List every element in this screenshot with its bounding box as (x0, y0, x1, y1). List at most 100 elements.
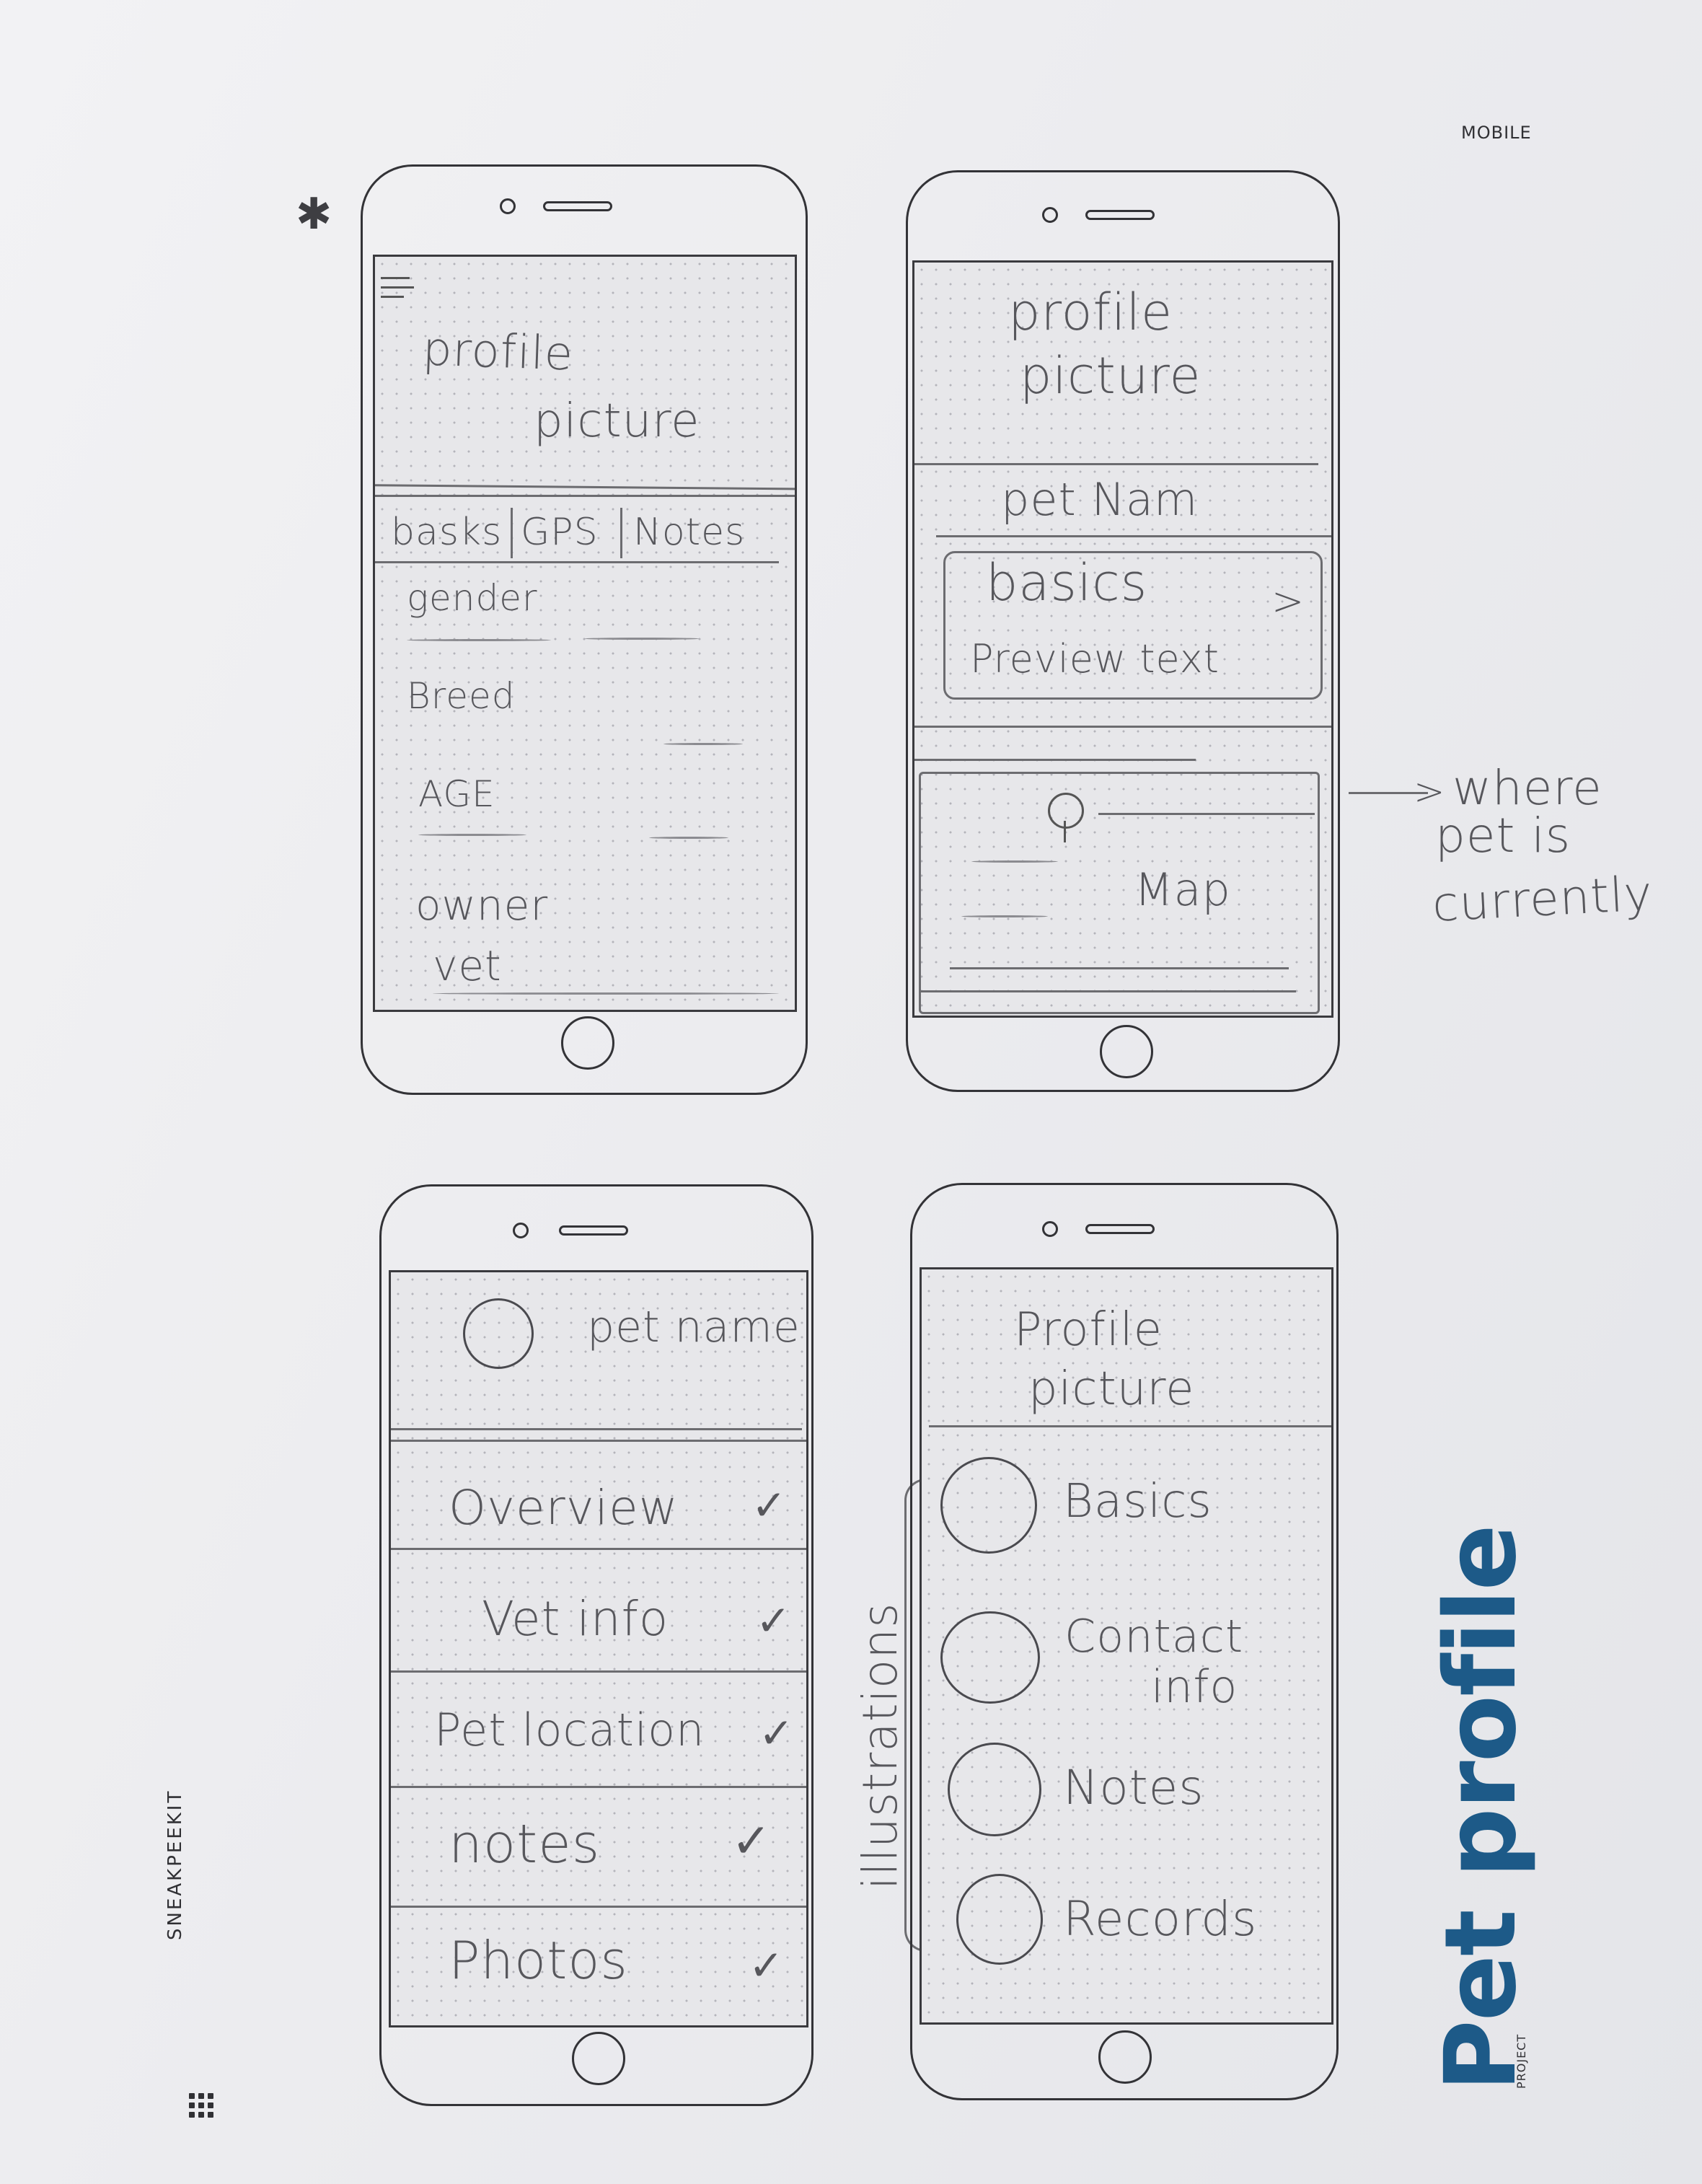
field-value-line (418, 834, 526, 836)
illustration-circle-icon (948, 1743, 1041, 1836)
checkmark-icon: ✓ (751, 1481, 788, 1530)
basics-card-preview: Preview text (970, 636, 1220, 682)
illustration-circle-icon (940, 1457, 1037, 1554)
phone-frame-3: pet name Overview ✓ Vet info ✓ Pet locat… (379, 1184, 813, 2106)
field-owner: owner (415, 881, 549, 930)
map-area[interactable]: Map (919, 772, 1320, 1014)
profile-picture-label-1: profile (421, 322, 575, 382)
tabs-top-line (375, 495, 795, 497)
phone-3-screen: pet name Overview ✓ Vet info ✓ Pet locat… (389, 1270, 808, 2027)
map-bottom-line (921, 990, 1296, 992)
card-underline (914, 726, 1331, 728)
illustration-circle-icon (940, 1611, 1040, 1704)
list-row-vet-info[interactable]: Vet info ✓ (391, 1551, 806, 1666)
row-label: Overview (449, 1480, 679, 1536)
field-value-line (407, 639, 551, 641)
annotation-arrow: > (1414, 770, 1446, 814)
basics-card-title: basics (986, 553, 1148, 612)
field-value-line (649, 837, 728, 839)
menu-item-label: Basics (1063, 1475, 1212, 1528)
list-row-pet-location[interactable]: Pet location ✓ (391, 1673, 806, 1789)
home-button[interactable] (1100, 1025, 1153, 1078)
speaker-icon (543, 201, 612, 211)
row-label: notes (449, 1813, 601, 1875)
home-button[interactable] (561, 1016, 614, 1070)
header-divider (929, 1425, 1331, 1427)
checkmark-icon: ✓ (749, 1941, 785, 1990)
row-label: Pet location (434, 1704, 705, 1756)
menu-item-basics[interactable]: Basics (922, 1457, 1331, 1580)
location-pin-icon[interactable] (1048, 793, 1084, 842)
field-breed: Breed (407, 675, 516, 717)
profile-picture-label-2: picture (1020, 346, 1201, 405)
menu-item-label: Contact (1064, 1610, 1244, 1663)
map-top-line (914, 759, 1196, 761)
menu-item-label: Notes (1063, 1760, 1204, 1815)
speaker-icon (1085, 210, 1155, 220)
avatar-circle-icon (463, 1298, 534, 1369)
home-button[interactable] (1098, 2030, 1152, 2084)
profile-picture-label-1: profile (1008, 283, 1173, 342)
field-value-line (584, 638, 700, 640)
tab-separator (620, 508, 622, 558)
home-button[interactable] (572, 2032, 625, 2085)
header-divider (391, 1428, 802, 1430)
checkmark-icon: ✓ (759, 1709, 795, 1758)
checkmark-icon: ✓ (756, 1596, 792, 1645)
field-gender: gender (407, 577, 538, 619)
chevron-right-icon[interactable]: > (1271, 582, 1305, 621)
star-mark: ✱ (296, 189, 332, 239)
row-label: Vet info (482, 1591, 669, 1647)
map-street-line (961, 915, 1048, 917)
tab-basics[interactable]: basks (391, 514, 502, 551)
tab-separator (511, 508, 513, 558)
menu-item-label-line2: info (1151, 1660, 1238, 1713)
header-divider (375, 484, 795, 490)
map-label: Map (1134, 863, 1231, 916)
header-divider (914, 463, 1318, 465)
camera-icon (513, 1223, 529, 1238)
menu-item-notes[interactable]: Notes (922, 1743, 1331, 1865)
row-divider (391, 1786, 806, 1788)
list-row-photos[interactable]: Photos ✓ (391, 1908, 806, 2024)
tab-notes[interactable]: Notes (633, 514, 745, 551)
tabs-bottom-line (375, 561, 779, 563)
menu-item-label: Records (1063, 1891, 1258, 1947)
row-divider (391, 1548, 806, 1550)
illustrations-note: illustrations (852, 1602, 908, 1890)
illustration-circle-icon (956, 1874, 1043, 1965)
basics-card[interactable]: basics > Preview text (943, 551, 1323, 700)
pet-name-divider (936, 535, 1331, 537)
annotation-currently: currently (1431, 866, 1654, 933)
field-value-line (663, 743, 743, 745)
speaker-icon (559, 1225, 628, 1236)
profile-picture-label-2: picture (1028, 1362, 1195, 1416)
camera-icon (1042, 1221, 1058, 1237)
menu-item-contact-info[interactable]: Contact info (922, 1610, 1331, 1741)
camera-icon (1042, 207, 1058, 223)
field-value-line (433, 992, 779, 995)
profile-picture-label-1: Profile (1014, 1303, 1163, 1357)
menu-item-records[interactable]: Records (922, 1874, 1331, 1996)
phone-2-screen: profile picture pet Nam basics > Preview… (912, 260, 1333, 1018)
phone-frame-2: profile picture pet Nam basics > Preview… (906, 170, 1340, 1092)
hamburger-icon[interactable] (381, 277, 414, 298)
map-street-line (971, 860, 1058, 863)
project-title: Pet profile (1424, 1525, 1538, 2092)
pet-name-label: pet Nam (1001, 473, 1199, 526)
phone-frame-1: profile picture basks GPS Notes gender B… (361, 164, 808, 1095)
phone-1-screen: profile picture basks GPS Notes gender B… (373, 255, 797, 1012)
annotation-pet-is: pet is (1435, 808, 1571, 863)
map-bottom-line (950, 967, 1289, 969)
checkmark-icon: ✓ (731, 1813, 772, 1869)
tab-gps[interactable]: GPS (521, 514, 599, 551)
phone-frame-4: Profile picture Basics Contact info Note… (910, 1183, 1339, 2100)
field-age: AGE (418, 773, 495, 815)
list-row-notes[interactable]: notes ✓ (391, 1789, 806, 1904)
brand-label: SNEAKPEEKIT (164, 1789, 186, 1940)
profile-picture-label-2: picture (534, 395, 700, 448)
list-row-overview[interactable]: Overview ✓ (391, 1440, 806, 1555)
row-divider (391, 1670, 806, 1673)
field-vet: vet (433, 941, 502, 990)
phone-4-screen: Profile picture Basics Contact info Note… (920, 1267, 1333, 2025)
